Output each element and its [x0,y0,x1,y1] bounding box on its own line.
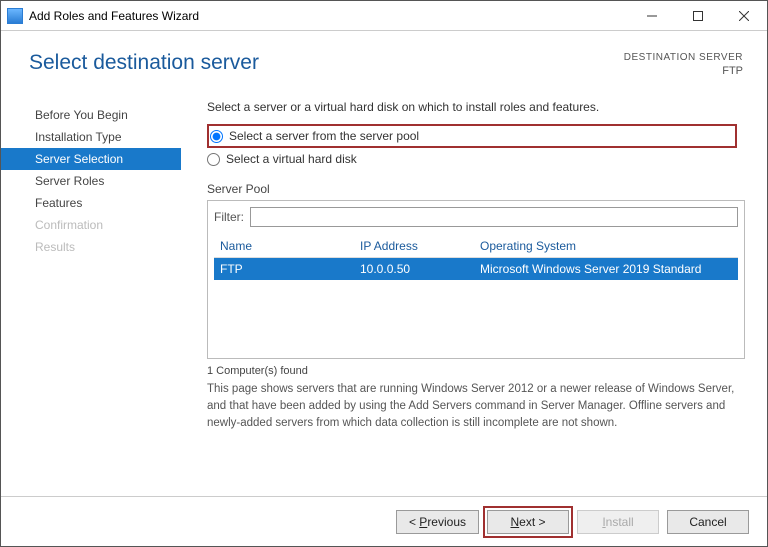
col-ip[interactable]: IP Address [360,239,480,253]
close-button[interactable] [721,1,767,31]
computers-found-text: 1 Computer(s) found [207,365,745,377]
server-pool-box: Filter: Name IP Address Operating System… [207,200,745,359]
window-title: Add Roles and Features Wizard [29,9,199,23]
cancel-button[interactable]: Cancel [667,510,749,534]
minimize-button[interactable] [629,1,675,31]
cell-name: FTP [220,262,360,276]
wizard-sidebar: Before You Begin Installation Type Serve… [1,86,181,496]
filter-label: Filter: [214,210,244,224]
page-header: Select destination server DESTINATION SE… [1,31,767,86]
radio-server-pool-row[interactable]: Select a server from the server pool [210,127,419,145]
install-button: Install [577,510,659,534]
filter-input[interactable] [250,207,738,227]
page-note: This page shows servers that are running… [207,381,745,431]
cell-os: Microsoft Windows Server 2019 Standard [480,262,732,276]
app-icon [7,8,23,24]
destination-label: DESTINATION SERVER [624,51,743,64]
col-name[interactable]: Name [220,239,360,253]
sidebar-item-installation-type[interactable]: Installation Type [1,126,181,148]
wizard-footer: < Previous Next > Install Cancel [1,496,767,546]
radio-vhd[interactable] [207,153,220,166]
sidebar-item-features[interactable]: Features [1,192,181,214]
maximize-button[interactable] [675,1,721,31]
filter-row: Filter: [214,207,738,227]
destination-info: DESTINATION SERVER FTP [624,51,743,78]
radio-server-pool[interactable] [210,130,223,143]
previous-button[interactable]: < Previous [396,510,479,534]
instruction-text: Select a server or a virtual hard disk o… [207,100,745,114]
server-pool-label: Server Pool [207,182,745,196]
cell-ip: 10.0.0.50 [360,262,480,276]
sidebar-item-confirmation: Confirmation [1,214,181,236]
sidebar-item-before-you-begin[interactable]: Before You Begin [1,104,181,126]
sidebar-item-results: Results [1,236,181,258]
destination-value: FTP [624,64,743,78]
sidebar-item-server-roles[interactable]: Server Roles [1,170,181,192]
radio-vhd-label: Select a virtual hard disk [226,152,357,166]
grid-body: FTP 10.0.0.50 Microsoft Windows Server 2… [214,258,738,358]
wizard-body: Before You Begin Installation Type Serve… [1,86,767,496]
sidebar-item-server-selection[interactable]: Server Selection [1,148,181,170]
table-row[interactable]: FTP 10.0.0.50 Microsoft Windows Server 2… [214,258,738,280]
title-bar: Add Roles and Features Wizard [1,1,767,31]
grid-header: Name IP Address Operating System [214,235,738,258]
radio-server-pool-highlight: Select a server from the server pool [207,124,737,148]
col-os[interactable]: Operating System [480,239,732,253]
radio-vhd-row[interactable]: Select a virtual hard disk [207,150,745,168]
next-button[interactable]: Next > [487,510,569,534]
page-title: Select destination server [29,51,259,75]
radio-server-pool-label: Select a server from the server pool [229,129,419,143]
wizard-main: Select a server or a virtual hard disk o… [181,86,767,496]
